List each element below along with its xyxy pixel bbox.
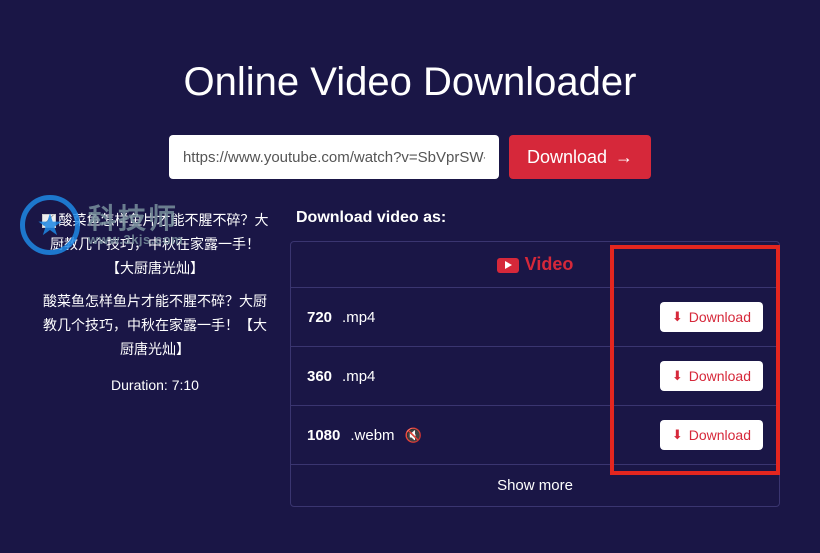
formats-table: Video 720.mp4⬇Download360.mp4⬇Download10… [290, 241, 780, 507]
page-title: Online Video Downloader [40, 60, 780, 105]
watermark: ★ 科技师 www.3kjs.com [20, 195, 183, 255]
download-button[interactable]: Download → [509, 135, 651, 179]
arrow-right-icon: → [615, 147, 633, 168]
format-row: 1080.webm🔇 ⬇Download [291, 406, 779, 465]
section-label: Download video as: [296, 209, 780, 227]
download-icon: ⬇ [672, 427, 683, 443]
watermark-logo-icon: ★ [20, 195, 80, 255]
format-label: 1080.webm🔇 [307, 427, 422, 444]
download-button-label: Download [527, 147, 607, 168]
video-title: 酸菜鱼怎样鱼片才能不腥不碎？大厨教几个技巧，中秋在家露一手！【大厨唐光灿】 [40, 290, 270, 361]
show-more-button[interactable]: Show more [291, 465, 779, 506]
muted-icon: 🔇 [405, 427, 422, 444]
video-tab-header[interactable]: Video [291, 242, 779, 288]
youtube-icon [497, 258, 519, 273]
download-icon: ⬇ [672, 368, 683, 384]
watermark-cn: 科技师 [88, 205, 183, 233]
download-icon: ⬇ [672, 309, 683, 325]
url-input[interactable] [169, 135, 499, 179]
format-row: 720.mp4 ⬇Download [291, 288, 779, 347]
download-format-button[interactable]: ⬇Download [660, 361, 763, 391]
download-format-button[interactable]: ⬇Download [660, 302, 763, 332]
watermark-url: www.3kjs.com [88, 233, 183, 246]
format-row: 360.mp4 ⬇Download [291, 347, 779, 406]
format-label: 360.mp4 [307, 368, 375, 385]
download-format-button[interactable]: ⬇Download [660, 420, 763, 450]
search-row: Download → [40, 135, 780, 179]
video-duration: Duration: 7:10 [40, 374, 270, 398]
format-label: 720.mp4 [307, 309, 375, 326]
